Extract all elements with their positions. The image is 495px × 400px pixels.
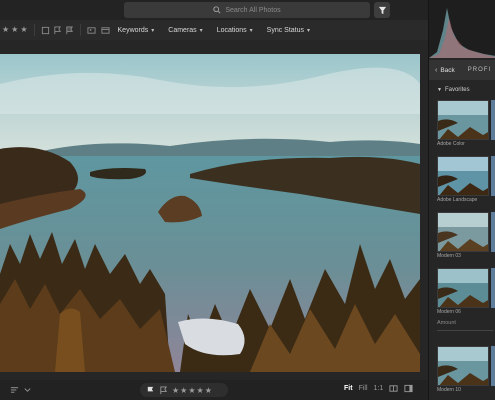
reject-flag-icon[interactable] xyxy=(65,25,74,35)
chevron-down-icon: ▾ xyxy=(307,27,311,34)
back-label: Back xyxy=(440,66,455,74)
photo-type-icon[interactable] xyxy=(86,26,96,35)
cameras-label: Cameras xyxy=(168,26,197,34)
sort-icon[interactable] xyxy=(10,385,19,394)
zoom-1to1-button[interactable]: 1:1 xyxy=(374,385,384,392)
rating-stars[interactable]: ★★★★★ xyxy=(172,386,213,395)
profile-thumb[interactable]: Adobe Color xyxy=(437,100,489,147)
star-icon[interactable]: ★ xyxy=(2,26,9,34)
bottom-toolbar: ★★★★★ Fit Fill 1:1 xyxy=(0,380,428,400)
keywords-label: Keywords xyxy=(117,26,149,34)
chevron-down-icon: ▾ xyxy=(249,27,253,34)
profile-preview xyxy=(437,268,489,308)
favorites-header[interactable]: ▼ Favorites xyxy=(437,87,470,93)
flag-icon[interactable] xyxy=(41,26,50,35)
view-options xyxy=(10,385,32,394)
pick-flag-icon[interactable] xyxy=(146,386,155,395)
profile-name: Modern 06 xyxy=(437,309,461,315)
chevron-down-icon: ▾ xyxy=(199,27,203,34)
profile-thumb-partial[interactable] xyxy=(491,156,495,196)
locations-label: Locations xyxy=(216,26,247,34)
sync-status-label: Sync Status xyxy=(266,26,305,34)
profile-preview xyxy=(437,156,489,196)
divider xyxy=(33,24,35,36)
zoom-controls: Fit Fill 1:1 xyxy=(344,384,413,393)
profile-preview xyxy=(437,346,489,386)
profile-name: Adobe Landscape xyxy=(437,197,478,203)
search-placeholder: Search All Photos xyxy=(225,6,281,14)
panel-toggle-icon[interactable] xyxy=(404,384,413,393)
profile-thumb[interactable]: Adobe Landscape xyxy=(437,156,489,203)
divider xyxy=(79,24,81,36)
star-icon[interactable]: ★ xyxy=(20,26,27,34)
profile-name: Modern 10 xyxy=(437,387,461,393)
filter-icon xyxy=(378,6,386,14)
photo-rating[interactable]: ★★★★★ xyxy=(140,383,228,397)
amount-label: Amount xyxy=(437,320,456,326)
sync-status-dropdown[interactable]: Sync Status ▾ xyxy=(267,27,310,34)
locations-dropdown[interactable]: Locations ▾ xyxy=(217,27,253,34)
top-bar: Search All Photos xyxy=(0,0,428,20)
chevron-down-icon[interactable] xyxy=(23,385,32,394)
compare-icon[interactable] xyxy=(389,384,398,393)
zoom-fit-button[interactable]: Fit xyxy=(344,385,353,392)
zoom-fill-button[interactable]: Fill xyxy=(359,385,368,392)
keywords-dropdown[interactable]: Keywords ▾ xyxy=(118,27,155,34)
reject-flag-icon[interactable] xyxy=(159,385,168,395)
profile-thumb-partial[interactable] xyxy=(491,212,495,252)
photo-viewer xyxy=(0,40,428,380)
profile-thumb-partial[interactable] xyxy=(491,346,495,386)
histogram xyxy=(429,0,495,58)
profile-name: Adobe Color xyxy=(437,141,465,147)
search-icon xyxy=(213,6,221,14)
filter-button[interactable] xyxy=(374,2,390,18)
profile-preview xyxy=(437,212,489,252)
main-photo[interactable] xyxy=(0,54,420,372)
video-type-icon[interactable] xyxy=(100,26,110,35)
chevron-left-icon: ‹ xyxy=(435,66,438,74)
profile-preview xyxy=(437,100,489,140)
favorites-label: Favorites xyxy=(444,87,470,93)
star-icon[interactable]: ★ xyxy=(11,26,18,34)
profile-thumb-partial[interactable] xyxy=(491,100,495,140)
profile-thumb-partial[interactable] xyxy=(491,268,495,308)
back-button[interactable]: ‹ Back PROFI xyxy=(429,60,495,80)
profile-thumb[interactable]: Modern 03 xyxy=(437,212,489,259)
chevron-down-icon: ▾ xyxy=(151,27,155,34)
profiles-panel: ‹ Back PROFI ▼ Favorites Adobe Color Ado… xyxy=(428,0,495,400)
search-input[interactable]: Search All Photos xyxy=(124,2,370,18)
profile-thumb[interactable]: Modern 06 xyxy=(437,268,489,315)
pick-flag-icon[interactable] xyxy=(53,25,62,35)
panel-title: PROFI xyxy=(467,67,492,73)
chevron-down-icon: ▼ xyxy=(437,87,442,93)
amount-slider[interactable] xyxy=(437,330,493,331)
filter-toolbar: ★ ★ ★ Keywords ▾ Cameras ▾ Locations ▾ S… xyxy=(0,20,428,40)
profile-name: Modern 03 xyxy=(437,253,461,259)
flag-filters xyxy=(41,25,74,35)
cameras-dropdown[interactable]: Cameras ▾ xyxy=(168,27,202,34)
star-rating-filter[interactable]: ★ ★ ★ xyxy=(0,26,28,34)
profile-thumb[interactable]: Modern 10 xyxy=(437,346,489,393)
